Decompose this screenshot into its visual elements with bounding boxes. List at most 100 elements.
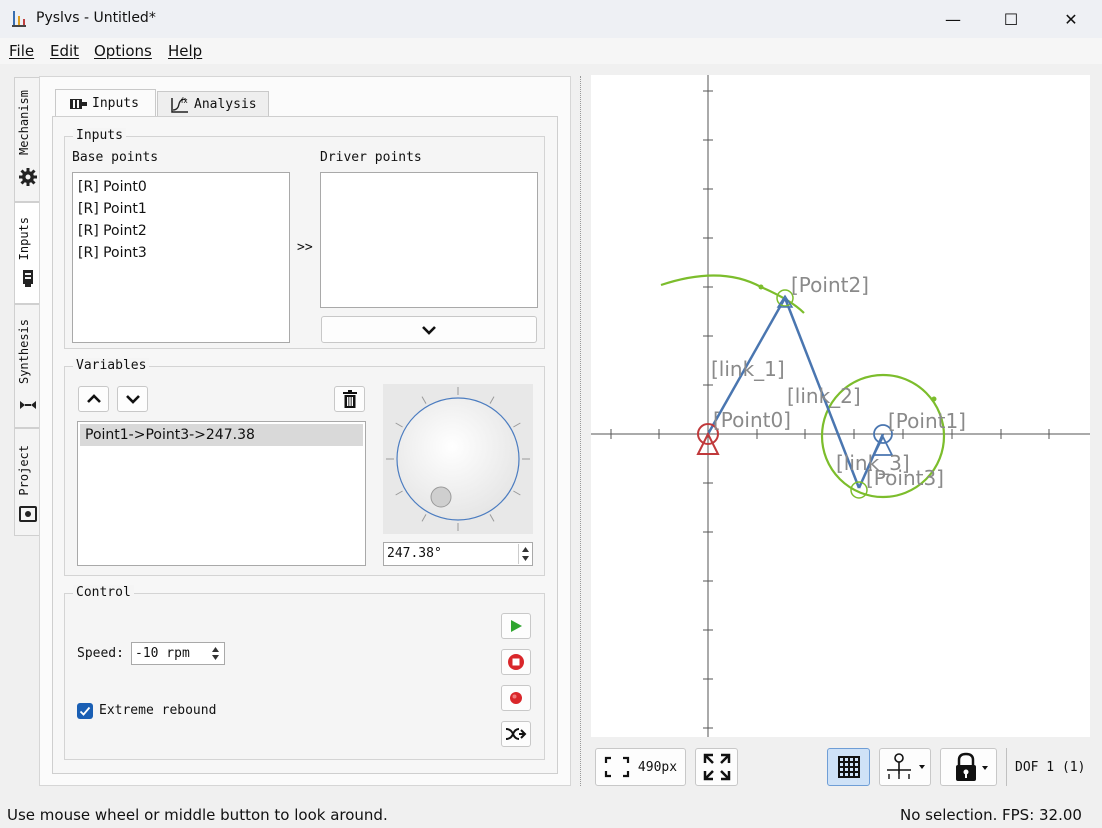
dial-tick xyxy=(489,514,495,522)
mechanism-canvas[interactable]: [Point2] [Point0] [Point1] [Point3] [lin… xyxy=(591,75,1090,737)
path-marker xyxy=(931,396,937,402)
minimize-button[interactable]: — xyxy=(924,0,982,38)
merge-path-button[interactable] xyxy=(501,721,531,747)
chevron-down-icon xyxy=(422,325,436,335)
menu-options[interactable]: Options xyxy=(94,42,152,60)
grid-toggle-button[interactable] xyxy=(827,748,870,786)
title-bar: Pyslvs - Untitled* — ☐ ✕ xyxy=(0,0,1102,38)
record-button[interactable] xyxy=(501,685,531,711)
spin-arrows-icon xyxy=(212,647,219,660)
menu-bar: File Edit Options Help xyxy=(0,38,1102,64)
lock-icon xyxy=(955,752,988,781)
list-item[interactable]: Point1->Point3->247.38 xyxy=(80,424,363,446)
project-icon xyxy=(19,506,37,522)
base-points-label: Base points xyxy=(72,150,159,165)
status-fps: FPS: 32.00 xyxy=(1002,806,1082,824)
spin-arrows-icon xyxy=(522,547,529,561)
angle-spinbox[interactable]: 247.38° xyxy=(383,542,533,566)
driver-points-label: Driver points xyxy=(320,150,422,165)
label-link3: [link_3] xyxy=(836,451,910,475)
extreme-rebound-checkbox[interactable] xyxy=(77,703,93,719)
side-tab-inputs[interactable]: Inputs xyxy=(14,202,40,304)
variables-group-title: Variables xyxy=(73,358,150,373)
variables-list[interactable]: Point1->Point3->247.38 xyxy=(77,421,366,566)
dial-tick xyxy=(395,490,403,496)
driver-points-list[interactable] xyxy=(320,172,538,308)
tab-inputs-label: Inputs xyxy=(92,96,139,111)
menu-file[interactable]: File xyxy=(9,42,34,60)
label-point1: [Point1] xyxy=(888,409,966,433)
tab-inputs[interactable]: Inputs xyxy=(55,89,156,117)
label-link1: [link_1] xyxy=(711,357,785,381)
chevron-down-icon xyxy=(125,395,140,404)
extreme-rebound-label[interactable]: Extreme rebound xyxy=(99,703,216,718)
list-item[interactable]: [R] Point0 xyxy=(73,176,289,198)
stop-button[interactable] xyxy=(501,649,531,675)
motor-icon xyxy=(23,270,33,287)
dial-tick xyxy=(395,422,403,428)
side-tab-mechanism-label: Mechanism xyxy=(17,90,31,156)
fullscreen-button[interactable] xyxy=(695,748,738,786)
label-point0: [Point0] xyxy=(713,408,791,432)
select-mode-button[interactable] xyxy=(879,748,931,786)
list-item[interactable]: [R] Point3 xyxy=(73,242,289,264)
label-point2: [Point2] xyxy=(791,273,869,297)
trash-icon xyxy=(342,390,357,408)
expand-button[interactable] xyxy=(321,316,537,343)
speed-label: Speed: xyxy=(77,646,124,661)
synthesis-icon xyxy=(20,401,36,409)
move-down-button[interactable] xyxy=(117,386,148,412)
record-icon xyxy=(510,692,522,704)
maximize-icon: ☐ xyxy=(1003,9,1019,29)
side-tab-project-label: Project xyxy=(17,445,31,496)
close-button[interactable]: ✕ xyxy=(1042,0,1100,38)
fit-view-icon xyxy=(604,756,630,778)
status-bar: Use mouse wheel or middle button to look… xyxy=(0,803,1102,828)
zoom-fit-button[interactable]: 490px xyxy=(595,748,686,786)
tab-analysis[interactable]: fx Analysis xyxy=(157,91,269,117)
dial-knob[interactable] xyxy=(383,384,533,534)
play-button[interactable] xyxy=(501,613,531,639)
speed-spinbox[interactable]: -10 rpm xyxy=(131,642,225,665)
app-logo-icon xyxy=(12,11,26,27)
dial-tick xyxy=(421,396,427,404)
side-tab-synthesis-label: Synthesis xyxy=(17,319,31,385)
function-plot-icon: fx xyxy=(171,97,188,113)
menu-help[interactable]: Help xyxy=(168,42,202,60)
dial-tick xyxy=(421,514,427,522)
merge-icon xyxy=(505,728,527,740)
control-group-title: Control xyxy=(73,585,134,600)
minimize-icon: — xyxy=(945,9,961,29)
status-selection: No selection. xyxy=(900,806,998,824)
add-driver-button[interactable]: >> xyxy=(297,240,313,255)
angle-dial[interactable] xyxy=(383,384,533,534)
stop-icon xyxy=(508,654,524,670)
expand-arrows-icon xyxy=(703,753,730,781)
list-item[interactable]: [R] Point2 xyxy=(73,220,289,242)
splitter-handle[interactable] xyxy=(580,76,582,786)
inputs-group-title: Inputs xyxy=(73,128,126,143)
side-tab-project[interactable]: Project xyxy=(14,428,40,536)
play-icon xyxy=(511,620,522,632)
menu-edit[interactable]: Edit xyxy=(50,42,79,60)
tab-analysis-label: Analysis xyxy=(194,97,257,112)
side-tab-mechanism[interactable]: Mechanism xyxy=(14,77,40,202)
maximize-button[interactable]: ☐ xyxy=(982,0,1040,38)
grid-icon xyxy=(837,756,860,778)
dof-label: DOF 1 (1) xyxy=(1015,760,1086,775)
lock-button[interactable] xyxy=(940,748,997,786)
spin-arrows[interactable] xyxy=(209,644,222,663)
side-tab-synthesis[interactable]: Synthesis xyxy=(14,304,40,428)
spin-arrows[interactable] xyxy=(518,544,531,564)
window-title: Pyslvs - Untitled* xyxy=(36,10,156,26)
dial-tick xyxy=(513,422,521,428)
dial-tick xyxy=(513,490,521,496)
mechanism-drawing[interactable]: [Point2] [Point0] [Point1] [Point3] [lin… xyxy=(591,75,1090,737)
list-item[interactable]: [R] Point1 xyxy=(73,198,289,220)
motor-icon xyxy=(70,98,87,109)
angle-value: 247.38° xyxy=(387,546,442,561)
move-up-button[interactable] xyxy=(78,386,109,412)
control-group xyxy=(64,593,545,760)
base-points-list[interactable]: [R] Point0 [R] Point1 [R] Point2 [R] Poi… xyxy=(72,172,290,343)
delete-variable-button[interactable] xyxy=(334,386,365,412)
